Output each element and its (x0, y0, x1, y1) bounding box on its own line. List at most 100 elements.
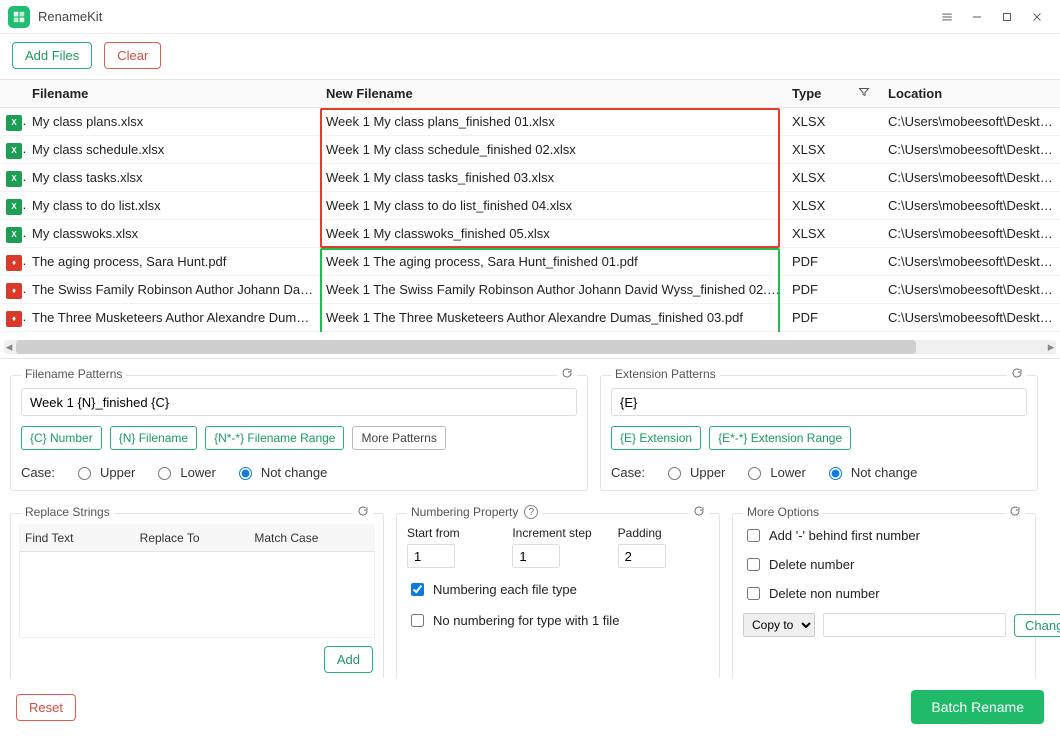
pdf-file-icon: ♦ (6, 283, 22, 299)
tag-c-number[interactable]: {C} Number (21, 426, 102, 450)
panel-title: Filename Patterns (21, 367, 126, 381)
case-upper-radio[interactable]: Upper (663, 464, 725, 480)
type-cell: XLSX (786, 170, 882, 185)
tag-filename-range[interactable]: {N*-*} Filename Range (205, 426, 344, 450)
filename-cell: The Three Musketeers Author Alexandre Du… (26, 310, 320, 325)
case-label: Case: (611, 465, 645, 480)
case-notchange-radio[interactable]: Not change (234, 464, 328, 480)
xlsx-file-icon: X (6, 171, 22, 187)
filter-icon[interactable] (858, 86, 870, 101)
new-filename-cell: Week 1 The Three Musketeers Author Alexa… (320, 310, 786, 325)
header-match-case: Match Case (254, 531, 369, 545)
panel-title: More Options (743, 505, 823, 519)
file-table: Filename New Filename Type Location XMy … (0, 79, 1060, 359)
delete-non-number-checkbox[interactable]: Delete non number (743, 584, 1025, 603)
maximize-button[interactable] (992, 2, 1022, 32)
table-body: XMy class plans.xlsxWeek 1 My class plan… (0, 108, 1060, 332)
header-replace-to: Replace To (140, 531, 255, 545)
horizontal-scrollbar[interactable]: ◂ ▸ (4, 340, 1056, 354)
scroll-left-arrow[interactable]: ◂ (2, 340, 16, 354)
more-options-panel: More Options Add '-' behind first number… (732, 513, 1036, 685)
case-lower-radio[interactable]: Lower (153, 464, 215, 480)
close-button[interactable] (1022, 2, 1052, 32)
title-bar: RenameKit (0, 0, 1060, 34)
header-filename[interactable]: Filename (26, 86, 320, 101)
header-type-label: Type (792, 86, 821, 101)
delete-number-checkbox[interactable]: Delete number (743, 555, 1025, 574)
add-replace-button[interactable]: Add (324, 646, 373, 673)
header-location[interactable]: Location (882, 86, 1060, 101)
xlsx-file-icon: X (6, 143, 22, 159)
location-cell: C:\Users\mobeesoft\Desktop\ (882, 254, 1060, 269)
add-files-button[interactable]: Add Files (12, 42, 92, 69)
refresh-icon[interactable] (1005, 505, 1025, 520)
toolbar: Add Files Clear (0, 34, 1060, 79)
table-row[interactable]: XMy class schedule.xlsxWeek 1 My class s… (0, 136, 1060, 164)
batch-rename-button[interactable]: Batch Rename (911, 690, 1044, 724)
table-row[interactable]: XMy class plans.xlsxWeek 1 My class plan… (0, 108, 1060, 136)
refresh-icon[interactable] (689, 505, 709, 520)
filename-pattern-input[interactable] (21, 388, 577, 416)
table-row[interactable]: ♦The Swiss Family Robinson Author Johann… (0, 276, 1060, 304)
copy-to-select[interactable]: Copy to (743, 613, 815, 637)
scroll-thumb[interactable] (16, 340, 916, 354)
padding-input[interactable] (618, 544, 666, 568)
case-lower-radio[interactable]: Lower (743, 464, 805, 480)
clear-button[interactable]: Clear (104, 42, 161, 69)
table-row[interactable]: XMy classwoks.xlsxWeek 1 My classwoks_fi… (0, 220, 1060, 248)
case-upper-radio[interactable]: Upper (73, 464, 135, 480)
filename-cell: My classwoks.xlsx (26, 226, 320, 241)
new-filename-cell: Week 1 My class tasks_finished 03.xlsx (320, 170, 786, 185)
header-find-text: Find Text (25, 531, 140, 545)
minimize-button[interactable] (962, 2, 992, 32)
copy-to-path-input[interactable] (823, 613, 1006, 637)
add-dash-checkbox[interactable]: Add '-' behind first number (743, 526, 1025, 545)
table-row[interactable]: ♦The aging process, Sara Hunt.pdfWeek 1 … (0, 248, 1060, 276)
table-row[interactable]: XMy class to do list.xlsxWeek 1 My class… (0, 192, 1060, 220)
increment-label: Increment step (512, 526, 603, 540)
location-cell: C:\Users\mobeesoft\Desktop\ (882, 142, 1060, 157)
start-from-input[interactable] (407, 544, 455, 568)
xlsx-file-icon: X (6, 199, 22, 215)
panel-title: Numbering Property ? (407, 505, 542, 519)
case-notchange-radio[interactable]: Not change (824, 464, 918, 480)
table-header-row: Filename New Filename Type Location (0, 80, 1060, 108)
extension-pattern-input[interactable] (611, 388, 1027, 416)
case-label: Case: (21, 465, 55, 480)
refresh-icon[interactable] (353, 505, 373, 520)
no-numbering-1file-checkbox[interactable]: No numbering for type with 1 file (407, 611, 709, 630)
refresh-icon[interactable] (1007, 367, 1027, 382)
replace-body[interactable] (19, 552, 375, 638)
new-filename-cell: Week 1 The Swiss Family Robinson Author … (320, 282, 786, 297)
xlsx-file-icon: X (6, 115, 22, 131)
location-cell: C:\Users\mobeesoft\Desktop\ (882, 282, 1060, 297)
tag-more-patterns[interactable]: More Patterns (352, 426, 445, 450)
filename-cell: My class to do list.xlsx (26, 198, 320, 213)
header-type[interactable]: Type (786, 86, 882, 101)
tag-extension-range[interactable]: {E*-*} Extension Range (709, 426, 851, 450)
increment-input[interactable] (512, 544, 560, 568)
type-cell: XLSX (786, 142, 882, 157)
help-icon[interactable]: ? (524, 505, 538, 519)
filename-cell: My class tasks.xlsx (26, 170, 320, 185)
menu-icon[interactable] (932, 2, 962, 32)
tag-e-extension[interactable]: {E} Extension (611, 426, 701, 450)
footer: Reset Batch Rename (0, 678, 1060, 736)
replace-header-row: Find Text Replace To Match Case (19, 524, 375, 552)
refresh-icon[interactable] (557, 367, 577, 382)
new-filename-cell: Week 1 My classwoks_finished 05.xlsx (320, 226, 786, 241)
table-row[interactable]: ♦ The Three Musketeers Author Alexandre D… (0, 304, 1060, 332)
numbering-each-type-checkbox[interactable]: Numbering each file type (407, 580, 709, 599)
filename-cell: My class schedule.xlsx (26, 142, 320, 157)
new-filename-cell: Week 1 My class plans_finished 01.xlsx (320, 114, 786, 129)
header-new-filename[interactable]: New Filename (320, 86, 786, 101)
location-cell: C:\Users\mobeesoft\Desktop\ (882, 198, 1060, 213)
table-row[interactable]: X My class tasks.xlsxWeek 1 My class task… (0, 164, 1060, 192)
location-cell: C:\Users\mobeesoft\Desktop\ (882, 114, 1060, 129)
scroll-right-arrow[interactable]: ▸ (1044, 340, 1058, 354)
reset-button[interactable]: Reset (16, 694, 76, 721)
pdf-file-icon: ♦ (6, 311, 22, 327)
numbering-property-panel: Numbering Property ? Start from Incremen… (396, 513, 720, 685)
tag-n-filename[interactable]: {N} Filename (110, 426, 197, 450)
change-button[interactable]: Change (1014, 614, 1060, 637)
